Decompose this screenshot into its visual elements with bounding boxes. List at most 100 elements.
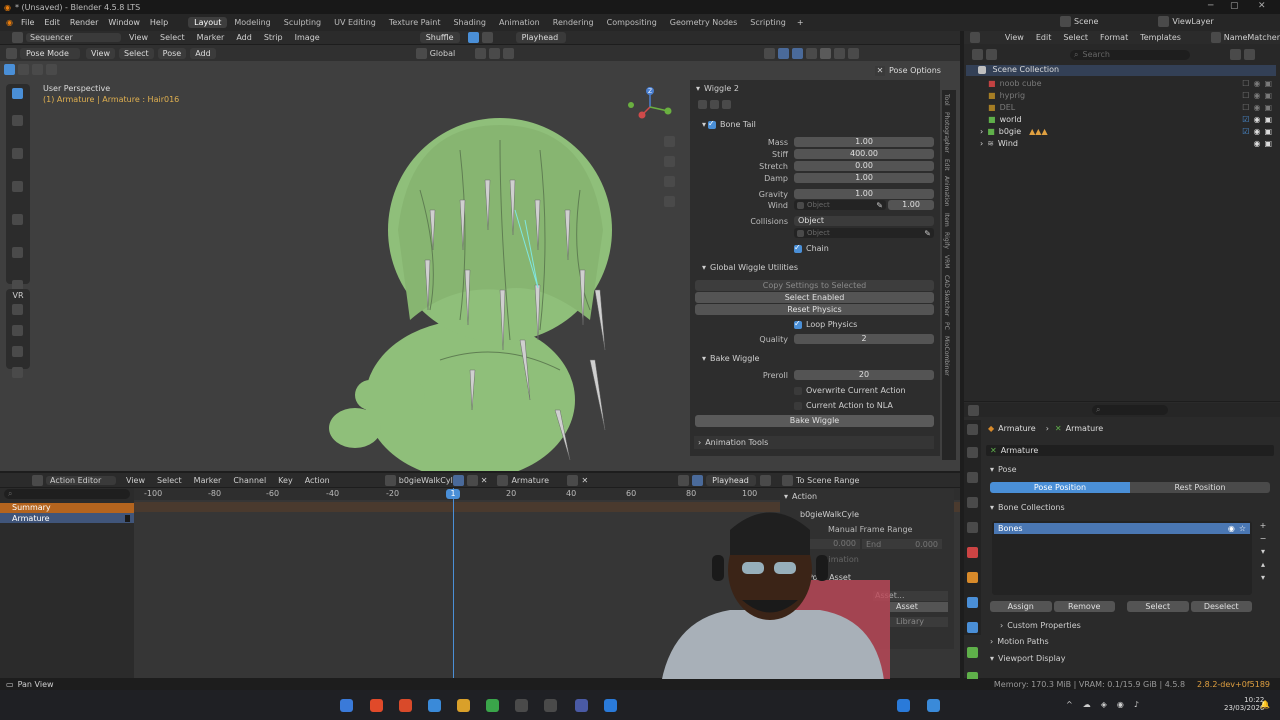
- outliner-item-hyprig[interactable]: ■ hyprig ☐ ◉ ▣: [966, 89, 1276, 101]
- sequencer-menu-select[interactable]: Select: [160, 33, 185, 42]
- sidebar-tab-rigify[interactable]: Rigify: [943, 232, 950, 249]
- overlay-icon[interactable]: [792, 47, 804, 59]
- bone-collections-header[interactable]: ▾ Bone Collections: [990, 503, 1065, 512]
- bone-head-icon[interactable]: [698, 100, 707, 109]
- ortho-toggle-icon[interactable]: [664, 196, 675, 207]
- menu-render[interactable]: Render: [70, 18, 98, 27]
- armature-name-field[interactable]: ✕ Armature: [986, 445, 1274, 456]
- outliner-item-world[interactable]: ■ world ☑ ◉ ▣: [966, 113, 1276, 125]
- visibility-eye-icon[interactable]: ◉: [1253, 103, 1260, 112]
- menu-edit[interactable]: Edit: [44, 18, 60, 27]
- expand-arrow-icon[interactable]: ›: [980, 127, 983, 136]
- to-scene-range-icon[interactable]: [782, 474, 794, 486]
- remove-button[interactable]: Remove: [1053, 601, 1115, 612]
- unlink-action-icon[interactable]: ✕: [481, 476, 488, 485]
- app-window-icon[interactable]: [927, 699, 940, 712]
- move-up-icon[interactable]: ▴: [1256, 560, 1270, 569]
- pose-section-header[interactable]: ▾ Pose: [990, 465, 1017, 474]
- terminal-app-icon[interactable]: [544, 699, 557, 712]
- maximize-icon[interactable]: ▢: [1230, 1, 1239, 11]
- action-playhead-dropdown[interactable]: Playhead: [706, 474, 757, 486]
- library-button[interactable]: Library: [890, 617, 948, 627]
- tray-chevron-icon[interactable]: ^: [1066, 700, 1073, 709]
- wind-strength-field[interactable]: 1.00: [888, 200, 934, 210]
- visibility-icon[interactable]: [764, 47, 776, 59]
- stretch-field[interactable]: 0.00: [794, 161, 934, 171]
- shading-solid-icon[interactable]: [820, 47, 832, 59]
- bone-tail-checkbox[interactable]: [708, 119, 717, 129]
- namematcher-tab[interactable]: NameMatcher: [1224, 33, 1280, 42]
- unlink-slot-icon[interactable]: ✕: [581, 476, 588, 485]
- armature-data-tab-icon[interactable]: [967, 647, 978, 658]
- menu-help[interactable]: Help: [150, 18, 168, 27]
- navigation-gizmo[interactable]: Z: [622, 85, 682, 125]
- zoom-icon[interactable]: [664, 136, 675, 147]
- gizmo-icon[interactable]: [778, 47, 790, 59]
- object-tab-icon[interactable]: [967, 572, 978, 583]
- visibility-eye-icon[interactable]: ◉: [1253, 115, 1260, 124]
- workspace-tab-shading[interactable]: Shading: [447, 17, 492, 28]
- unity-app-icon[interactable]: [515, 699, 528, 712]
- mass-field[interactable]: 1.00: [794, 137, 934, 147]
- vscode-app-icon[interactable]: [604, 699, 617, 712]
- action-menu-select[interactable]: Select: [157, 476, 182, 485]
- exclude-checkbox-icon[interactable]: ☐: [1242, 103, 1249, 112]
- cursor-tool-icon[interactable]: [12, 115, 23, 126]
- mode-dropdown[interactable]: Pose Mode: [20, 47, 80, 59]
- chain-checkbox[interactable]: [794, 243, 802, 253]
- select-box-tool-icon[interactable]: [12, 88, 23, 99]
- gravity-field[interactable]: 1.00: [794, 189, 934, 199]
- game-app-icon[interactable]: [486, 699, 499, 712]
- overwrite-checkbox[interactable]: [794, 386, 802, 395]
- viewport-editor-icon[interactable]: [6, 47, 17, 59]
- collisions-object-field[interactable]: Object ✎: [794, 228, 934, 238]
- outliner-menu-format[interactable]: Format: [1100, 33, 1128, 42]
- camera-view-icon[interactable]: [664, 176, 675, 187]
- visibility-eye-icon[interactable]: ◉: [1253, 79, 1260, 88]
- scale-tool-icon[interactable]: [12, 214, 23, 225]
- sequencer-menu-strip[interactable]: Strip: [264, 33, 283, 42]
- loop-physics-checkbox[interactable]: [794, 319, 802, 329]
- action-editor-mode[interactable]: Action Editor: [46, 475, 116, 485]
- shading-material-icon[interactable]: [834, 47, 846, 59]
- fake-user-icon[interactable]: [452, 474, 464, 486]
- pose-position-button[interactable]: Pose Position: [990, 482, 1130, 493]
- tray-network-icon[interactable]: ◈: [1101, 700, 1107, 709]
- blender-menu-icon[interactable]: ◉: [6, 18, 13, 27]
- sidebar-tab-edit[interactable]: Edit: [943, 159, 950, 171]
- action-menu-key[interactable]: Key: [278, 476, 293, 485]
- action-object-field[interactable]: Armature: [511, 476, 561, 485]
- vr-tool-icon-4[interactable]: [12, 367, 23, 378]
- playhead-line[interactable]: [453, 488, 454, 678]
- playhead-dropdown[interactable]: Playhead: [515, 32, 566, 43]
- outliner-menu-select[interactable]: Select: [1063, 33, 1088, 42]
- action-menu-marker[interactable]: Marker: [194, 476, 222, 485]
- outliner-search-input[interactable]: ⌕ Search: [1070, 49, 1190, 60]
- sidebar-tab-item[interactable]: Item: [943, 213, 950, 227]
- damp-field[interactable]: 1.00: [794, 173, 934, 183]
- shading-rendered-icon[interactable]: [848, 47, 860, 59]
- shuffle-dropdown[interactable]: Shuffle: [419, 32, 460, 43]
- orientation-dropdown[interactable]: Global: [430, 49, 456, 58]
- sidebar-tab-photographer[interactable]: Photographer: [943, 112, 950, 153]
- eyedropper-icon[interactable]: ✎: [924, 229, 931, 238]
- taskbar-clock[interactable]: 10:22 23/03/2026: [1224, 696, 1264, 712]
- visibility-eye-icon[interactable]: ◉: [1253, 127, 1260, 136]
- output-tab-icon[interactable]: [967, 472, 978, 483]
- select-enabled-button[interactable]: Select Enabled: [695, 292, 934, 303]
- action-menu-action[interactable]: Action: [305, 476, 330, 485]
- store-app-icon[interactable]: [428, 699, 441, 712]
- modifier-tab-icon[interactable]: [967, 597, 978, 608]
- bake-wiggle-header[interactable]: ▾ Bake Wiggle: [702, 354, 759, 363]
- proportional-edit-icon[interactable]: [760, 474, 772, 486]
- select-subtract-icon[interactable]: [32, 64, 43, 75]
- snap-options-icon[interactable]: [481, 32, 493, 43]
- to-scene-range-button[interactable]: To Scene Range: [796, 476, 859, 485]
- menu-window[interactable]: Window: [108, 18, 140, 27]
- motion-paths-header[interactable]: › Motion Paths: [990, 637, 1049, 646]
- solo-star-icon[interactable]: ☆: [1239, 524, 1246, 533]
- new-collection-icon[interactable]: [1244, 49, 1255, 60]
- sequencer-menu-marker[interactable]: Marker: [197, 33, 225, 42]
- outliner-item-noob-cube[interactable]: ■ noob cube ☐ ◉ ▣: [966, 77, 1276, 89]
- outliner-root-row[interactable]: Scene Collection: [966, 65, 1276, 76]
